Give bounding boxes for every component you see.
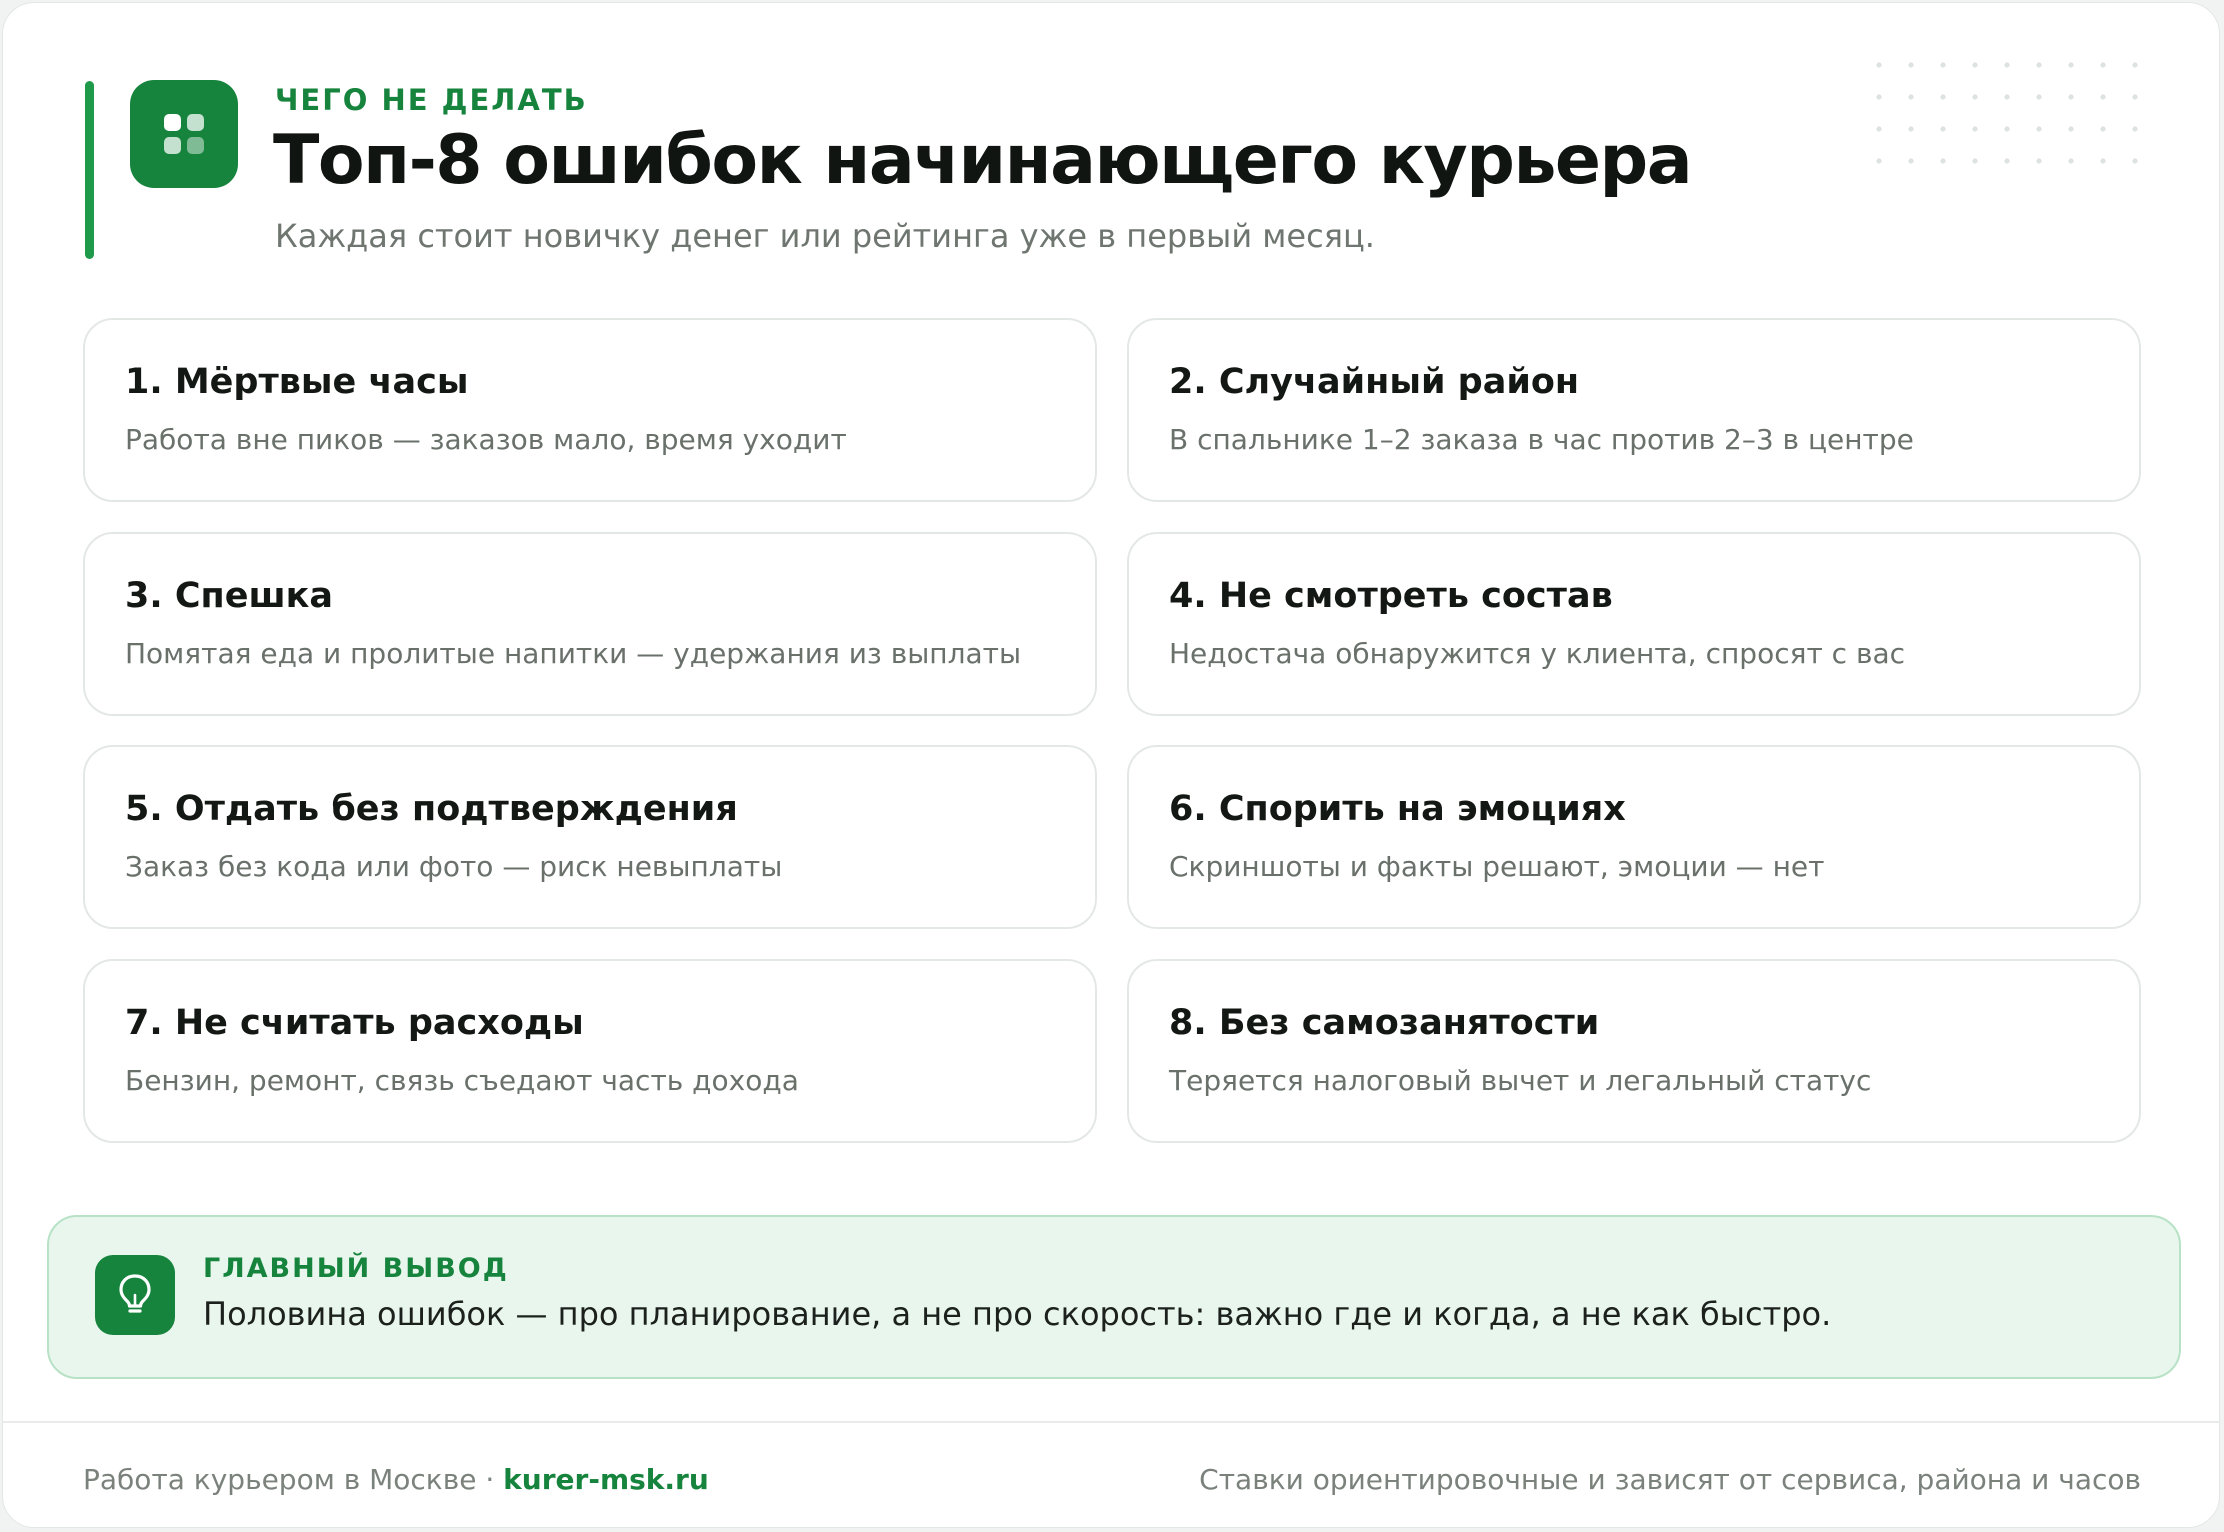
- infographic-card: ЧЕГО НЕ ДЕЛАТЬ Топ-8 ошибок начинающего …: [2, 2, 2220, 1528]
- mistake-description: В спальнике 1–2 заказа в час против 2–3 …: [1169, 423, 1914, 456]
- conclusion-text: Половина ошибок — про планирование, а не…: [203, 1295, 1832, 1333]
- mistake-title: 8. Без самозанятости: [1169, 1003, 1600, 1043]
- footer-disclaimer: Ставки ориентировочные и зависят от серв…: [1199, 1463, 2141, 1496]
- conclusion-label: ГЛАВНЫЙ ВЫВОД: [203, 1253, 509, 1284]
- mistake-description: Бензин, ремонт, связь съедают часть дохо…: [125, 1064, 799, 1097]
- mistake-title: 7. Не считать расходы: [125, 1003, 584, 1043]
- mistake-title: 2. Случайный район: [1169, 362, 1580, 402]
- accent-bar: [85, 81, 94, 259]
- footer-caption: Работа курьером в Москве ·: [83, 1463, 504, 1496]
- grid-icon: [130, 80, 238, 188]
- mistake-description: Работа вне пиков — заказов мало, время у…: [125, 423, 847, 456]
- mistake-card: 4. Не смотреть состав Недостача обнаружи…: [1127, 532, 2141, 716]
- mistake-card: 8. Без самозанятости Теряется налоговый …: [1127, 959, 2141, 1143]
- lightbulb-icon: [95, 1255, 175, 1335]
- conclusion-callout: ГЛАВНЫЙ ВЫВОД Половина ошибок — про план…: [47, 1215, 2181, 1379]
- mistake-description: Недостача обнаружится у клиента, спросят…: [1169, 637, 1905, 670]
- mistake-card: 6. Спорить на эмоциях Скриншоты и факты …: [1127, 745, 2141, 929]
- mistake-description: Теряется налоговый вычет и легальный ста…: [1169, 1064, 1872, 1097]
- mistake-description: Помятая еда и пролитые напитки — удержан…: [125, 637, 1022, 670]
- decorative-dot-grid: [1863, 49, 2163, 189]
- footer-divider: [3, 1421, 2219, 1423]
- mistake-title: 3. Спешка: [125, 576, 333, 616]
- mistake-title: 6. Спорить на эмоциях: [1169, 789, 1626, 829]
- mistake-description: Заказ без кода или фото — риск невыплаты: [125, 850, 783, 883]
- footer-source: Работа курьером в Москве · kurer-msk.ru: [83, 1463, 709, 1496]
- mistake-card: 5. Отдать без подтверждения Заказ без ко…: [83, 745, 1097, 929]
- page-title: Топ-8 ошибок начинающего курьера: [273, 121, 1693, 200]
- mistake-card: 2. Случайный район В спальнике 1–2 заказ…: [1127, 318, 2141, 502]
- mistake-card: 1. Мёртвые часы Работа вне пиков — заказ…: [83, 318, 1097, 502]
- mistake-title: 5. Отдать без подтверждения: [125, 789, 738, 829]
- footer-site-link[interactable]: kurer-msk.ru: [503, 1463, 709, 1496]
- mistake-title: 1. Мёртвые часы: [125, 362, 469, 402]
- mistake-card: 3. Спешка Помятая еда и пролитые напитки…: [83, 532, 1097, 716]
- mistake-description: Скриншоты и факты решают, эмоции — нет: [1169, 850, 1825, 883]
- eyebrow-label: ЧЕГО НЕ ДЕЛАТЬ: [275, 83, 588, 117]
- page-subtitle: Каждая стоит новичку денег или рейтинга …: [275, 217, 1375, 255]
- mistake-title: 4. Не смотреть состав: [1169, 576, 1613, 616]
- mistake-card: 7. Не считать расходы Бензин, ремонт, св…: [83, 959, 1097, 1143]
